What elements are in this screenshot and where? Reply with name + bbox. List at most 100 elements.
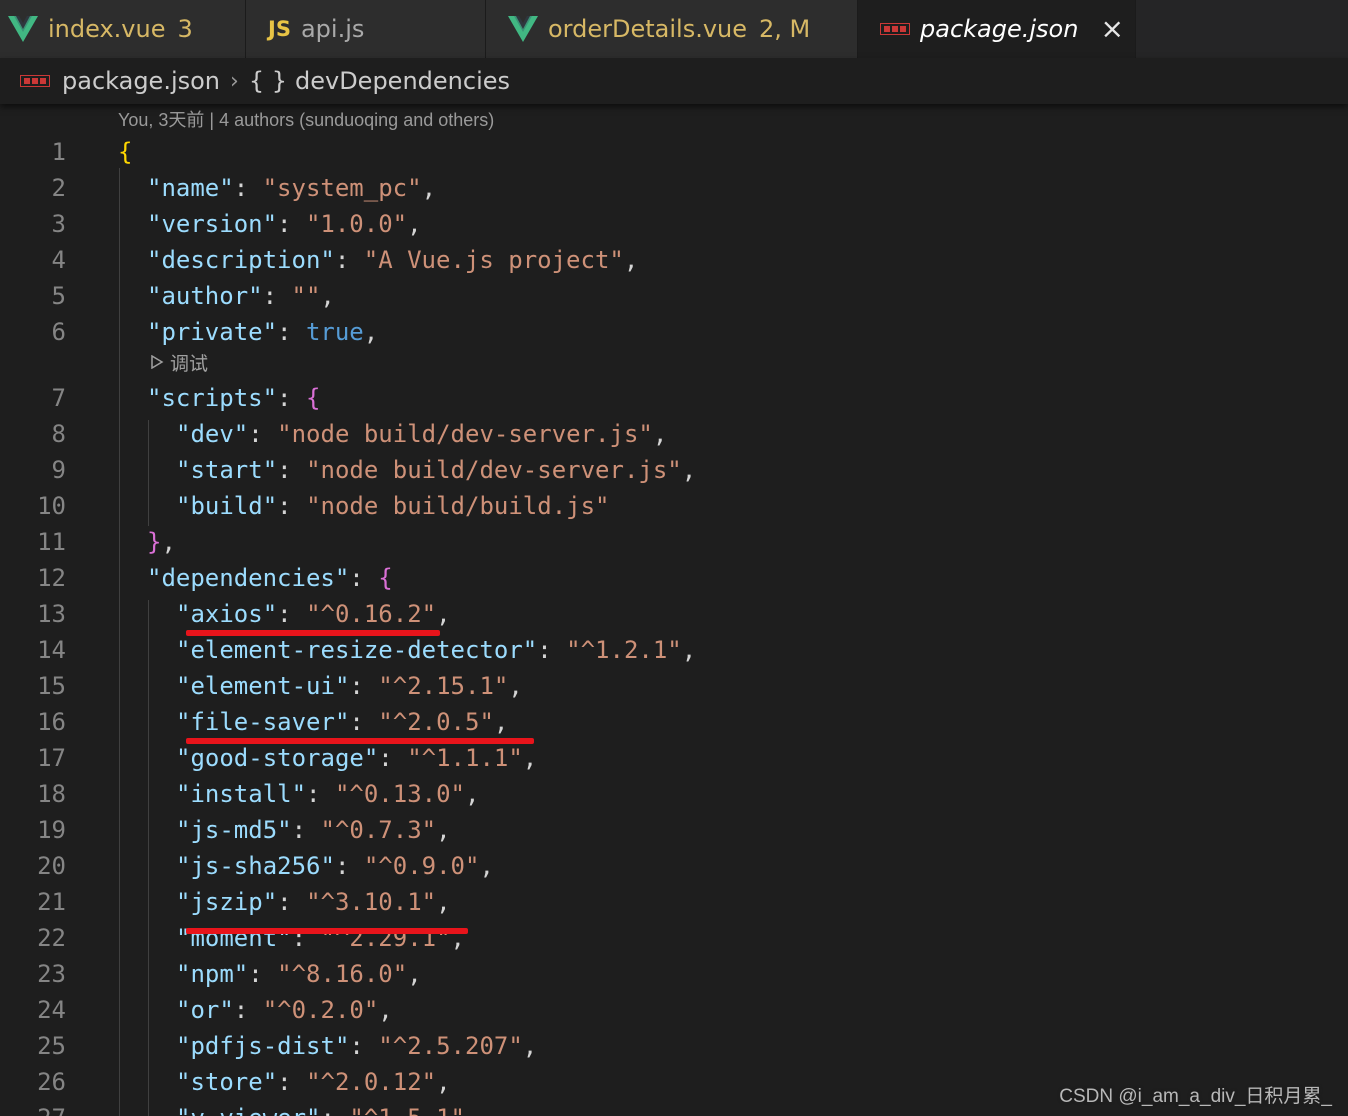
code-line[interactable]: 1{: [0, 134, 1348, 170]
code-text: "build": "node build/build.js": [176, 492, 610, 520]
code-line[interactable]: 17 "good-storage": "^1.1.1",: [0, 740, 1348, 776]
code-line[interactable]: 15 "element-ui": "^2.15.1",: [0, 668, 1348, 704]
line-number: 4: [51, 246, 66, 274]
line-number: 22: [37, 924, 66, 952]
code-line[interactable]: 10 "build": "node build/build.js": [0, 488, 1348, 524]
code-text: "install": "^0.13.0",: [176, 780, 480, 808]
code-line[interactable]: 12 "dependencies": {: [0, 560, 1348, 596]
close-icon[interactable]: ×: [1100, 15, 1123, 43]
code-text: "js-sha256": "^0.9.0",: [176, 852, 494, 880]
code-line[interactable]: 8 "dev": "node build/dev-server.js",: [0, 416, 1348, 452]
line-number: 13: [37, 600, 66, 628]
code-text: "moment": "^2.29.1",: [176, 924, 465, 952]
line-number: 25: [37, 1032, 66, 1060]
code-text: "or": "^0.2.0",: [176, 996, 393, 1024]
code-text: "js-md5": "^0.7.3",: [176, 816, 451, 844]
watermark: CSDN @i_am_a_div_日积月累_: [1059, 1086, 1332, 1107]
code-text: "version": "1.0.0",: [147, 210, 422, 238]
code-text: "v-viewer": "^1.5.1",: [176, 1100, 479, 1116]
breadcrumb-file[interactable]: package.json: [62, 67, 220, 95]
line-number: 5: [51, 282, 66, 310]
line-number: 14: [37, 636, 66, 664]
vue-icon: [8, 16, 38, 42]
code-line[interactable]: 2 "name": "system_pc",: [0, 170, 1348, 206]
npm-icon: [20, 75, 50, 87]
code-text: "pdfjs-dist": "^2.5.207",: [176, 1032, 538, 1060]
line-number: 17: [37, 744, 66, 772]
code-line[interactable]: 13 "axios": "^0.16.2",: [0, 596, 1348, 632]
tab-index-vue[interactable]: index.vue 3: [0, 0, 246, 58]
line-number: 27: [0, 1100, 66, 1116]
code-line[interactable]: 18 "install": "^0.13.0",: [0, 776, 1348, 812]
breadcrumb: package.json › { } devDependencies: [0, 58, 1348, 104]
code-text: "store": "^2.0.12",: [176, 1068, 451, 1096]
play-icon: [151, 355, 164, 369]
line-number: 16: [37, 708, 66, 736]
git-blame-codelens[interactable]: You, 3天前 | 4 authors (sunduoqing and oth…: [118, 106, 494, 132]
problem-count-badge: 3: [177, 15, 193, 43]
code-text: "dependencies": {: [147, 564, 393, 592]
code-line[interactable]: 21 "jszip": "^3.10.1",: [0, 884, 1348, 920]
js-icon: JS: [268, 17, 291, 41]
line-number: 21: [37, 888, 66, 916]
line-number: 1: [51, 138, 66, 166]
line-number: 19: [37, 816, 66, 844]
annotation-underline: [186, 738, 534, 744]
line-number: 9: [51, 456, 66, 484]
line-number: 3: [51, 210, 66, 238]
tab-api-js[interactable]: JS api.js: [246, 0, 486, 58]
code-line[interactable]: 7 "scripts": {: [0, 380, 1348, 416]
code-text: "npm": "^8.16.0",: [176, 960, 422, 988]
code-line[interactable]: 22 "moment": "^2.29.1",: [0, 920, 1348, 956]
code-line[interactable]: 3 "version": "1.0.0",: [0, 206, 1348, 242]
tab-label: orderDetails.vue: [548, 15, 748, 43]
code-text: "element-ui": "^2.15.1",: [176, 672, 523, 700]
code-text: "description": "A Vue.js project",: [147, 246, 639, 274]
code-editor[interactable]: You, 3天前 | 4 authors (sunduoqing and oth…: [0, 104, 1348, 1116]
tab-package-json[interactable]: package.json ×: [858, 0, 1136, 58]
code-text: "start": "node build/dev-server.js",: [176, 456, 697, 484]
line-number: 15: [37, 672, 66, 700]
line-number: 6: [51, 318, 66, 346]
debug-label: 调试: [170, 352, 209, 375]
line-number: 24: [37, 996, 66, 1024]
code-text: "dev": "node build/dev-server.js",: [176, 420, 668, 448]
line-number: 2: [51, 174, 66, 202]
tab-orderdetails-vue[interactable]: orderDetails.vue 2, M: [486, 0, 858, 58]
annotation-underline: [186, 928, 468, 934]
code-line[interactable]: 4 "description": "A Vue.js project",: [0, 242, 1348, 278]
code-line[interactable]: 5 "author": "",: [0, 278, 1348, 314]
code-text: "good-storage": "^1.1.1",: [176, 744, 538, 772]
code-line[interactable]: 20 "js-sha256": "^0.9.0",: [0, 848, 1348, 884]
breadcrumb-symbol[interactable]: devDependencies: [295, 67, 510, 95]
line-number: 23: [37, 960, 66, 988]
object-symbol-icon: { }: [248, 67, 287, 95]
line-number: 8: [51, 420, 66, 448]
code-text: "scripts": {: [147, 384, 321, 412]
code-text: "name": "system_pc",: [147, 174, 437, 202]
code-line[interactable]: 25 "pdfjs-dist": "^2.5.207",: [0, 1028, 1348, 1064]
chevron-right-icon: ›: [230, 68, 239, 94]
code-line[interactable]: 24 "or": "^0.2.0",: [0, 992, 1348, 1028]
debug-codelens[interactable]: 调试: [150, 350, 209, 375]
code-line[interactable]: 19 "js-md5": "^0.7.3",: [0, 812, 1348, 848]
line-number: 26: [37, 1068, 66, 1096]
line-number: 20: [37, 852, 66, 880]
code-line[interactable]: 14 "element-resize-detector": "^1.2.1",: [0, 632, 1348, 668]
code-text: "file-saver": "^2.0.5",: [176, 708, 509, 736]
code-line[interactable]: 6 "private": true,: [0, 314, 1348, 350]
code-text: "author": "",: [147, 282, 335, 310]
line-number: 11: [37, 528, 66, 556]
code-line[interactable]: 9 "start": "node build/dev-server.js",: [0, 452, 1348, 488]
line-number: 10: [37, 492, 66, 520]
code-text: {: [118, 138, 133, 166]
code-line[interactable]: 11},: [0, 524, 1348, 560]
code-line[interactable]: 16 "file-saver": "^2.0.5",: [0, 704, 1348, 740]
tab-label: index.vue: [48, 15, 166, 43]
vue-icon: [508, 16, 538, 42]
line-number: 18: [37, 780, 66, 808]
tab-label: package.json: [920, 15, 1079, 43]
annotation-underline: [186, 630, 440, 636]
code-text: "jszip": "^3.10.1",: [176, 888, 451, 916]
code-line[interactable]: 23 "npm": "^8.16.0",: [0, 956, 1348, 992]
